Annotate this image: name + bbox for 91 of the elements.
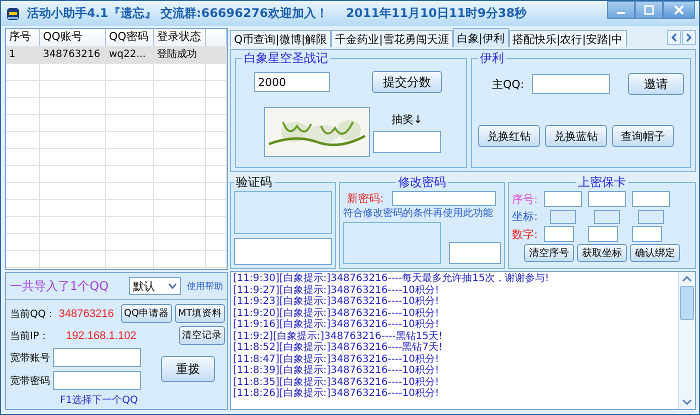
minimize-icon — [617, 12, 625, 14]
tab[interactable]: 搭配快乐|农行|安踏|中 — [508, 30, 627, 47]
column-header[interactable]: QQ密码 — [106, 29, 154, 46]
log-line: [11:8:26][白象提示:]348763216----10积分! — [233, 388, 440, 400]
action-button[interactable]: 兑换蓝钻 — [545, 125, 607, 147]
new-password-field[interactable] — [392, 191, 496, 206]
scroll-left-button[interactable] — [667, 30, 681, 45]
coord-label: 坐标: — [512, 209, 538, 224]
log-line: [11:9:30][白象提示:]348763216----每天最多允许抽15次，谢谢参与! — [233, 273, 550, 284]
coord-field[interactable] — [594, 210, 620, 224]
main-qq-field[interactable] — [532, 74, 610, 94]
column-header[interactable]: 登录状态 — [154, 29, 206, 46]
fill-profile-button[interactable]: MT填资料 — [175, 304, 225, 323]
qq-register-button[interactable]: QQ申请器 — [121, 304, 172, 323]
scroll-thumb[interactable] — [680, 286, 694, 320]
column-header[interactable]: QQ账号 — [40, 29, 106, 46]
group-title: 伊利 — [479, 50, 505, 67]
note-text: 符合修改密码的条件再使用此功能 — [343, 208, 493, 219]
table-cell: 348763216 — [40, 47, 106, 63]
tab[interactable]: Q币查询|微博|解限 — [230, 30, 332, 47]
close-icon — [674, 5, 684, 15]
clear-log-button[interactable]: 清空记录 — [179, 326, 225, 345]
scroll-right-button[interactable] — [682, 30, 696, 45]
action-button[interactable]: 清空序号 — [524, 244, 574, 262]
serial-field[interactable] — [588, 191, 626, 207]
digit-field[interactable] — [544, 226, 574, 242]
table-cell: wq22... — [106, 47, 154, 63]
maximize-button[interactable] — [635, 1, 663, 19]
log-line: [11:8:52][白象提示:]348763216----黑钻7天! — [233, 342, 444, 354]
group-title: 白象星空圣战记 — [243, 50, 329, 67]
action-button[interactable]: 兑换红钻 — [478, 125, 540, 147]
log-line: [11:8:47][白象提示:]348763216----10积分! — [233, 354, 440, 365]
broadband-account-field[interactable] — [53, 348, 141, 367]
chevron-right-icon — [686, 33, 692, 42]
log-line: [11:9:23][白象提示:]348763216----10积分! — [233, 296, 440, 308]
import-summary: 一共导入了1个QQ — [10, 278, 109, 294]
submit-score-button[interactable]: 提交分数 — [372, 71, 442, 93]
serial-field[interactable] — [544, 191, 582, 207]
maximize-icon — [644, 5, 654, 15]
broadband-password-label: 宽带密码 — [10, 374, 50, 388]
main-qq-label: 主QQ: — [492, 76, 524, 92]
help-link[interactable]: 使用帮助 — [187, 280, 223, 292]
log-line: [11:9:20][白象提示:]348763216----10积分! — [233, 308, 440, 319]
group-title: 上密保卡 — [577, 174, 627, 191]
captcha-field[interactable] — [234, 238, 332, 265]
action-button[interactable]: 获取坐标 — [577, 244, 627, 262]
broadband-password-field[interactable] — [53, 371, 141, 390]
table-cell: 1 — [6, 47, 40, 63]
serial-field[interactable] — [632, 191, 670, 207]
window-title: 活动小助手4.1『遗忘』 交流群:66696276欢迎加入！ — [27, 5, 328, 22]
scrollbar[interactable] — [678, 272, 695, 409]
coord-field[interactable] — [638, 210, 664, 224]
current-ip-value: 192.168.1.102 — [66, 330, 136, 342]
lottery-field[interactable] — [373, 130, 441, 152]
mode-dropdown[interactable]: 默认 — [129, 277, 181, 295]
current-qq-label: 当前QQ： — [10, 308, 56, 320]
close-button[interactable] — [663, 1, 695, 19]
tab[interactable]: 白象|伊利 — [452, 28, 509, 47]
log-line: [11:8:35][白象提示:]348763216----10积分! — [233, 376, 440, 388]
date-time: 2011年11月10日11时9分38秒 — [346, 5, 527, 22]
tab[interactable]: 千金药业|雪花勇闯天涯 — [331, 30, 453, 47]
lottery-label: 抽奖↓ — [391, 112, 423, 126]
log-line: [11:9:16][白象提示:]348763216----10积分! — [233, 319, 440, 330]
log-line: [11:8:39][白象提示:]348763216----10积分! — [233, 365, 440, 376]
hint-text: F1选择下一个QQ — [60, 394, 139, 407]
digit-field[interactable] — [632, 226, 662, 242]
redial-button[interactable]: 重拨 — [161, 356, 215, 382]
digits-label: 数字: — [512, 226, 538, 242]
minimize-button[interactable] — [607, 1, 635, 19]
action-button[interactable]: 确认绑定 — [630, 244, 680, 262]
score-field[interactable]: 2000 — [254, 72, 330, 92]
invite-button[interactable]: 邀请 — [628, 73, 684, 95]
robot-icon — [5, 6, 21, 22]
log-line: [11:9:2][白象提示:]348763216----黑钻15天! — [233, 330, 444, 342]
current-qq-value: 348763216 — [58, 308, 114, 320]
new-password-label: 新密码: — [347, 191, 384, 206]
chevron-left-icon — [671, 33, 677, 42]
group-title: 验证码 — [235, 174, 273, 191]
code-field[interactable] — [449, 242, 501, 264]
serial-label: 序号: — [512, 192, 538, 206]
chevron-down-icon — [168, 283, 177, 289]
action-button[interactable]: 查询帽子 — [612, 125, 674, 147]
broadband-account-label: 宽带账号 — [10, 352, 50, 364]
table-cell: 登陆成功 — [154, 47, 206, 63]
current-ip-label: 当前IP： — [10, 330, 49, 342]
table-row[interactable]: 1 348763216 wq22... 登陆成功 — [6, 47, 227, 64]
log-line: [11:9:27][白象提示:]348763216----10积分! — [233, 284, 440, 296]
digit-field[interactable] — [588, 226, 618, 242]
group-title: 修改密码 — [397, 174, 447, 191]
column-header[interactable]: 序号 — [6, 29, 40, 46]
coord-field[interactable] — [550, 210, 576, 224]
